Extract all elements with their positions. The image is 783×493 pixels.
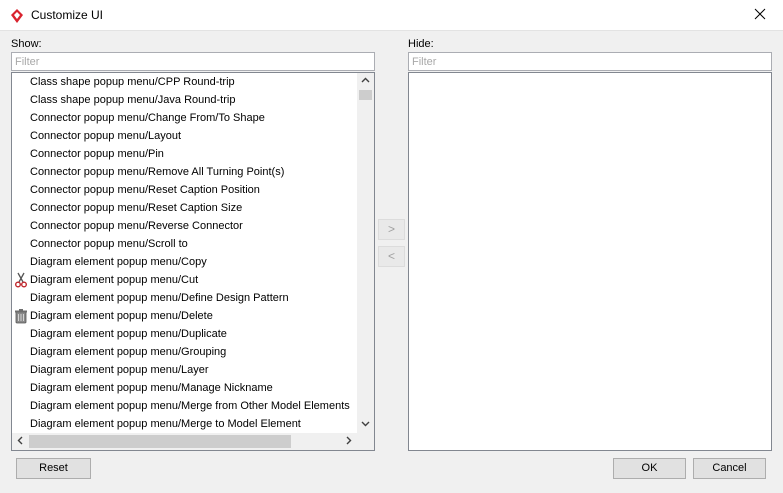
trash-icon	[13, 308, 29, 324]
reset-button[interactable]: Reset	[16, 458, 91, 479]
move-to-show-button[interactable]: <	[378, 246, 405, 267]
hide-filter-input[interactable]	[408, 52, 772, 71]
list-item[interactable]: Diagram element popup menu/Merge from Ot…	[12, 397, 357, 415]
vertical-scrollbar[interactable]	[357, 73, 374, 433]
close-icon	[754, 8, 766, 23]
list-item-label: Diagram element popup menu/Define Design…	[30, 292, 289, 304]
list-item-label: Diagram element popup menu/Grouping	[30, 346, 227, 358]
scroll-left-button[interactable]	[12, 433, 29, 450]
list-item[interactable]: Connector popup menu/Scroll to	[12, 235, 357, 253]
horizontal-scroll-thumb[interactable]	[29, 435, 291, 448]
list-item-label: Connector popup menu/Layout	[30, 130, 182, 142]
list-item-label: Diagram element popup menu/Duplicate	[30, 328, 227, 340]
list-item-label: Diagram element popup menu/Merge from Ot…	[30, 400, 350, 412]
list-item[interactable]: Diagram element popup menu/Layer	[12, 361, 357, 379]
list-item[interactable]: Diagram element popup menu/Copy	[12, 253, 357, 271]
list-item[interactable]: Diagram element popup menu/Delete	[12, 307, 357, 325]
scroll-right-button[interactable]	[340, 433, 357, 450]
cancel-button[interactable]: Cancel	[693, 458, 766, 479]
list-item[interactable]: Connector popup menu/Reset Caption Posit…	[12, 181, 357, 199]
list-item-label: Class shape popup menu/CPP Round-trip	[30, 76, 235, 88]
list-item[interactable]: Connector popup menu/Layout	[12, 127, 357, 145]
list-item[interactable]: Class shape popup menu/Java Round-trip	[12, 91, 357, 109]
list-item[interactable]: Diagram element popup menu/Cut	[12, 271, 357, 289]
list-item[interactable]: Diagram element popup menu/Define Design…	[12, 289, 357, 307]
chevron-down-icon	[361, 419, 370, 431]
list-item[interactable]: Diagram element popup menu/Manage Nickna…	[12, 379, 357, 397]
scroll-up-button[interactable]	[357, 73, 374, 90]
list-item-label: Connector popup menu/Reset Caption Size	[30, 202, 243, 214]
show-list-items: Class shape popup menu/CPP Round-trip Cla…	[12, 73, 357, 433]
list-item-label: Diagram element popup menu/Delete	[30, 310, 213, 322]
hide-list[interactable]	[408, 72, 772, 451]
chevron-right-icon	[344, 436, 353, 448]
list-item-label: Connector popup menu/Pin	[30, 148, 164, 160]
close-button[interactable]	[737, 0, 783, 31]
list-item-label: Connector popup menu/Scroll to	[30, 238, 188, 250]
list-item[interactable]: Connector popup menu/Reset Caption Size	[12, 199, 357, 217]
list-item[interactable]: Connector popup menu/Remove All Turning …	[12, 163, 357, 181]
chevron-left-icon	[16, 436, 25, 448]
list-item[interactable]: Connector popup menu/Pin	[12, 145, 357, 163]
chevron-up-icon	[361, 76, 370, 88]
list-item-label: Diagram element popup menu/Layer	[30, 364, 209, 376]
scrollbar-corner	[357, 433, 374, 450]
list-item[interactable]: Connector popup menu/Reverse Connector	[12, 217, 357, 235]
list-item-label: Diagram element popup menu/Copy	[30, 256, 207, 268]
list-item[interactable]: Connector popup menu/Change From/To Shap…	[12, 109, 357, 127]
move-to-hide-button[interactable]: >	[378, 219, 405, 240]
list-item-label: Connector popup menu/Reverse Connector	[30, 220, 243, 232]
horizontal-scrollbar[interactable]	[12, 433, 357, 450]
show-list[interactable]: Class shape popup menu/CPP Round-trip Cla…	[11, 72, 375, 451]
show-label: Show:	[11, 38, 42, 50]
list-item-label: Connector popup menu/Reset Caption Posit…	[30, 184, 260, 196]
list-item-label: Diagram element popup menu/Merge to Mode…	[30, 418, 301, 430]
list-item-label: Class shape popup menu/Java Round-trip	[30, 94, 236, 106]
list-item[interactable]: Class shape popup menu/CPP Round-trip	[12, 73, 357, 91]
list-item-label: Diagram element popup menu/Cut	[30, 274, 199, 286]
window-title: Customize UI	[31, 8, 104, 22]
scroll-down-button[interactable]	[357, 416, 374, 433]
list-item-label: Diagram element popup menu/Manage Nickna…	[30, 382, 273, 394]
hide-label: Hide:	[408, 38, 434, 50]
title-bar: Customize UI	[0, 0, 783, 31]
show-filter-input[interactable]	[11, 52, 375, 71]
list-item[interactable]: Diagram element popup menu/Merge to Mode…	[12, 415, 357, 433]
visual-paradigm-icon	[9, 8, 25, 24]
ok-button[interactable]: OK	[613, 458, 686, 479]
list-item-label: Connector popup menu/Change From/To Shap…	[30, 112, 265, 124]
scissors-icon	[13, 272, 29, 288]
list-item-label: Connector popup menu/Remove All Turning …	[30, 166, 285, 178]
vertical-scroll-thumb[interactable]	[359, 90, 372, 100]
list-item[interactable]: Diagram element popup menu/Grouping	[12, 343, 357, 361]
list-item[interactable]: Diagram element popup menu/Duplicate	[12, 325, 357, 343]
